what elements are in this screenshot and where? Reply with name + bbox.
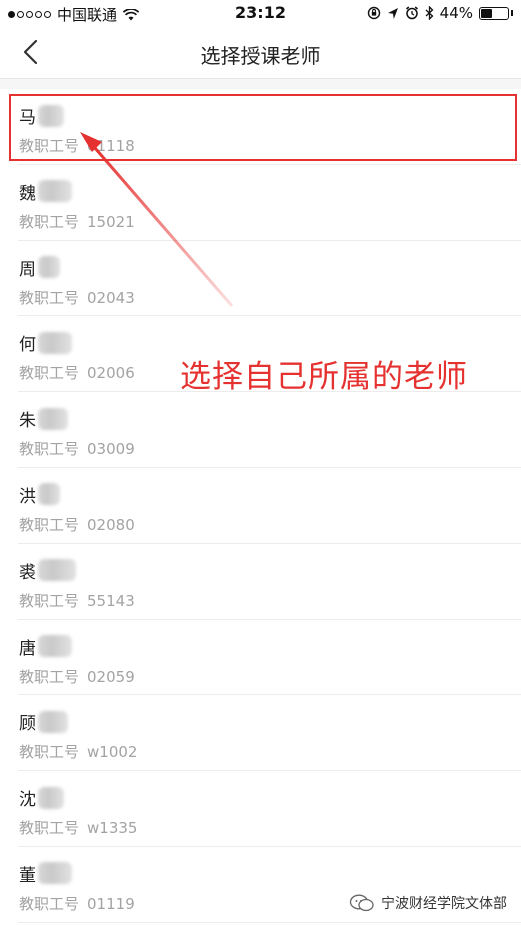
teacher-name-row: 唐 [19,634,72,659]
teacher-id-row: 教职工号 15021 [19,211,135,232]
teacher-id-label: 教职工号 [19,515,80,534]
teacher-name-row: 顾 [19,709,68,734]
teacher-name-row: 洪 [19,482,60,507]
teacher-name-row: 董 [19,861,72,886]
teacher-id-label: 教职工号 [19,667,80,686]
teacher-id-row: 教职工号 02059 [19,666,135,687]
teacher-row[interactable]: 朱教职工号 03009 [0,392,521,468]
battery-percent: 44% [439,4,473,22]
teacher-id: 01119 [87,894,135,913]
teacher-name: 董 [19,865,36,886]
teacher-id: 03009 [87,440,135,459]
teacher-name: 沈 [19,790,36,811]
list-top-gap [0,79,521,89]
teacher-id-label: 教职工号 [19,212,80,231]
teacher-name: 何 [19,335,36,356]
teacher-row[interactable]: 周教职工号 02043 [0,241,521,317]
teacher-id-label: 教职工号 [19,743,80,762]
teacher-id: w1335 [87,819,138,838]
name-redaction-mask [38,483,60,506]
teacher-row[interactable]: 沈教职工号 w1335 [0,771,521,847]
teacher-row[interactable]: 魏教职工号 15021 [0,165,521,241]
teacher-list: 马教职工号 01118 魏教职工号 15021 周教职工号 02043 何教职工号 02006… [0,89,521,923]
teacher-id: 15021 [87,212,135,231]
name-redaction-mask [38,635,72,658]
battery-icon [479,6,509,20]
teacher-id: 55143 [87,591,135,610]
nav-bar: 选择授课老师 [0,26,521,78]
teacher-name: 周 [19,259,36,280]
teacher-row[interactable]: 唐教职工号 02059 [0,620,521,696]
teacher-name: 顾 [19,714,36,735]
location-icon [387,7,398,19]
teacher-id-label: 教职工号 [19,364,80,383]
teacher-id-row: 教职工号 w1002 [19,741,137,762]
teacher-id: 02043 [87,288,135,307]
teacher-row[interactable]: 顾教职工号 w1002 [0,695,521,771]
watermark-text: 宁波财经学院文体部 [381,896,507,912]
teacher-id-label: 教职工号 [19,819,80,838]
teacher-name: 洪 [19,486,36,507]
teacher-name-row: 周 [19,255,60,280]
teacher-id-row: 教职工号 02080 [19,514,135,535]
teacher-name-row: 何 [19,330,72,355]
teacher-id-row: 教职工号 55143 [19,590,135,611]
teacher-row[interactable]: 洪教职工号 02080 [0,468,521,544]
teacher-name: 裘 [19,562,36,583]
name-redaction-mask [38,180,72,203]
name-redaction-mask [38,559,76,582]
teacher-id-label: 教职工号 [19,591,80,610]
bluetooth-icon [425,6,434,20]
teacher-id-row: 教职工号 01119 [19,893,135,914]
name-redaction-mask [38,331,72,354]
name-redaction-mask [38,786,64,809]
teacher-name-row: 沈 [19,785,64,810]
watermark: 宁波财经学院文体部 [349,893,507,913]
selected-teacher-highlight [9,94,517,161]
teacher-name-row: 朱 [19,406,68,431]
teacher-id-label: 教职工号 [19,894,80,913]
teacher-id-row: 教职工号 02043 [19,287,135,308]
teacher-id-row: 教职工号 03009 [19,438,135,459]
teacher-id-label: 教职工号 [19,440,80,459]
teacher-id: 02006 [87,364,135,383]
teacher-id: 02080 [87,515,135,534]
wechat-icon [349,894,374,912]
teacher-id-row: 教职工号 w1335 [19,817,137,838]
teacher-id: w1002 [87,743,138,762]
teacher-name-row: 魏 [19,179,72,204]
status-bar: 中国联通 23:12 44% [0,0,521,26]
rotation-lock-icon [367,6,380,20]
teacher-id: 02059 [87,667,135,686]
name-redaction-mask [38,256,60,279]
teacher-name: 唐 [19,638,36,659]
teacher-name: 魏 [19,183,36,204]
name-redaction-mask [38,407,68,430]
teacher-id-label: 教职工号 [19,288,80,307]
name-redaction-mask [38,710,68,733]
status-right: 44% [367,4,513,22]
teacher-name: 朱 [19,411,36,432]
teacher-name-row: 裘 [19,558,76,583]
alarm-icon [405,6,418,20]
teacher-id-row: 教职工号 02006 [19,362,135,383]
name-redaction-mask [38,862,72,885]
annotation-text: 选择自己所属的老师 [180,359,468,395]
page-title: 选择授课老师 [200,44,321,68]
teacher-row[interactable]: 裘教职工号 55143 [0,544,521,620]
